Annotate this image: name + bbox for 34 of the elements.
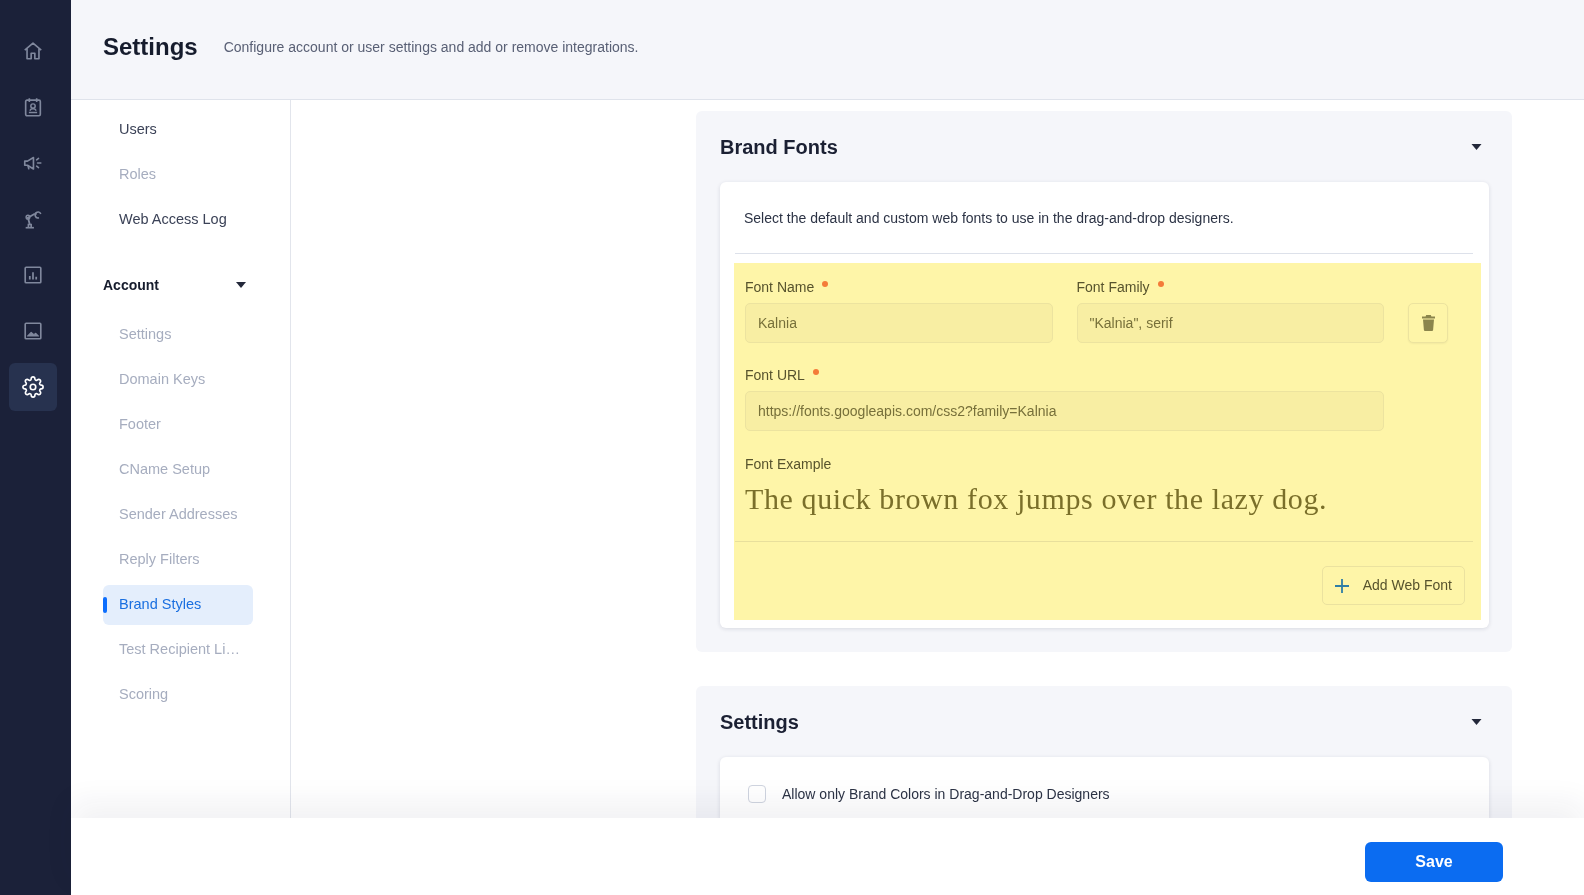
robot-arm-icon[interactable] (22, 208, 44, 230)
settings-nav-item[interactable]: Web Access Log (103, 200, 253, 240)
save-button[interactable]: Save (1365, 841, 1503, 882)
page-subtitle: Configure account or user settings and add or remove integrations. (223, 37, 639, 57)
field-label: Font Name (745, 278, 815, 297)
calendar-person-icon[interactable] (22, 96, 44, 118)
caret-down-icon[interactable] (1471, 144, 1482, 150)
bar-chart-icon[interactable] (22, 264, 44, 286)
page-title: Settings (103, 31, 198, 62)
image-icon[interactable] (22, 320, 44, 342)
field-label: Font URL (745, 366, 805, 385)
panel-title: Brand Fonts (720, 135, 838, 159)
description-text: Select the default and custom web fonts to use in the drag-and-drop designers. (744, 209, 1235, 228)
font-example-text: The quick brown fox jumps over the lazy dog. (745, 481, 1329, 517)
text-field[interactable]: Kalnia (745, 303, 1053, 343)
field-label: Font Family (1076, 278, 1150, 297)
sidebar-nav-button[interactable] (9, 363, 57, 411)
delete-button[interactable] (1408, 303, 1448, 343)
trash-icon (1421, 315, 1435, 331)
caret-down-icon[interactable] (236, 282, 246, 288)
home-icon[interactable] (22, 40, 44, 62)
settings-nav-item[interactable]: Users (103, 110, 253, 150)
text-field[interactable]: "Kalnia", serif (1076, 303, 1384, 343)
field-label: Font Example (745, 455, 833, 474)
checkbox[interactable] (748, 785, 766, 803)
section-toggle[interactable]: Account (103, 260, 253, 310)
text-field[interactable]: https://fonts.googleapis.com/css2?family=Kalnia (745, 391, 1384, 431)
checkbox-label: Allow only Brand Colors in Drag-and-Drop Designers (782, 785, 1110, 804)
plus-icon (1334, 578, 1349, 593)
settings-nav-item[interactable]: Brand Styles (103, 585, 253, 625)
panel-title: Settings (720, 710, 799, 734)
caret-down-icon[interactable] (1471, 719, 1482, 725)
settings-icon[interactable] (22, 376, 44, 398)
add-web-font-button[interactable]: Add Web Font (1321, 566, 1465, 605)
